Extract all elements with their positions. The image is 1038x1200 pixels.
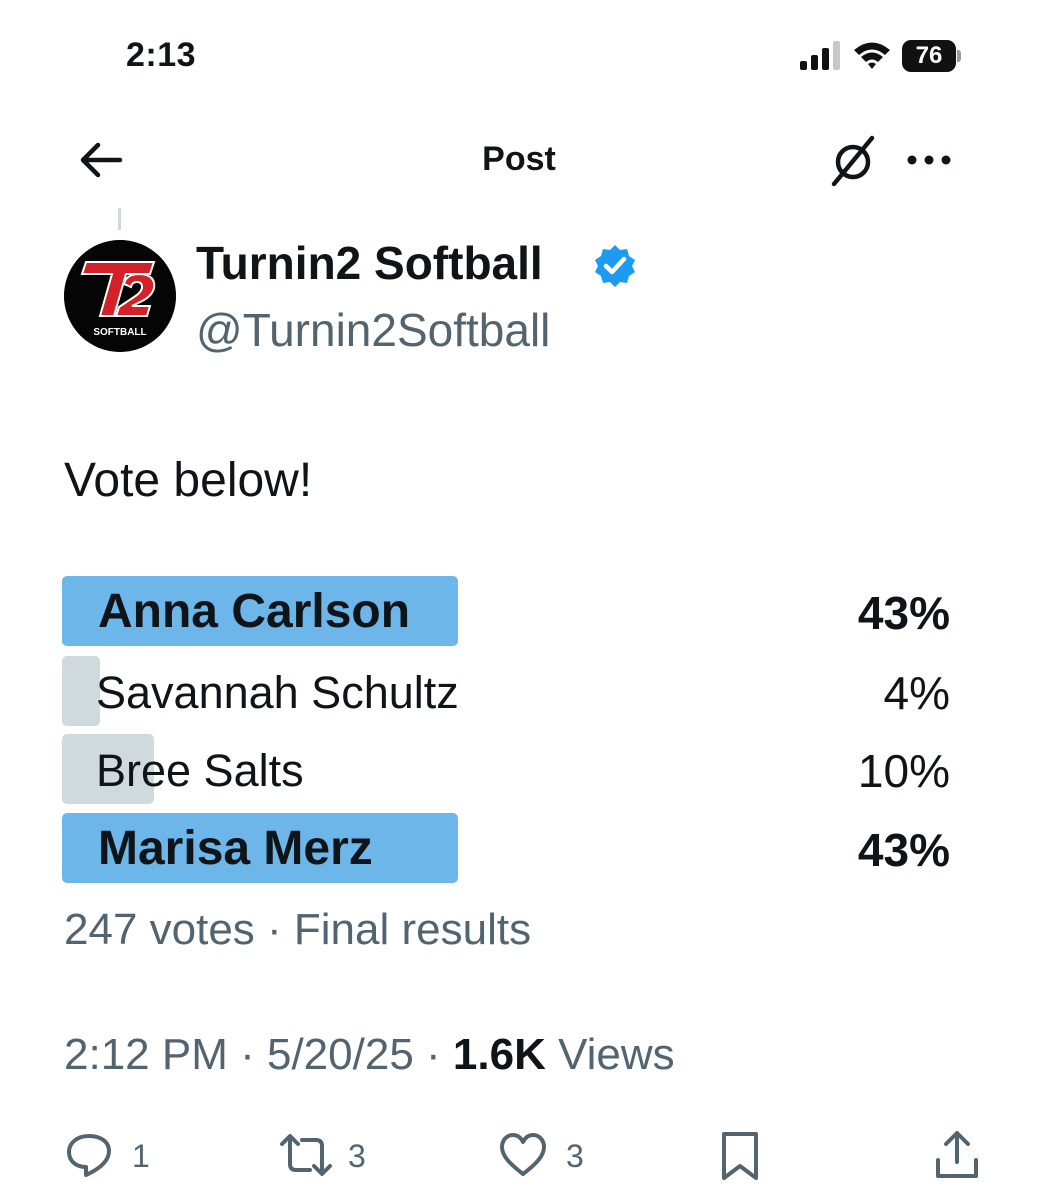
team-logo: SOFTBALL — [64, 240, 176, 352]
poll-summary: 247 votes · Final results — [64, 905, 532, 954]
poll-option-percent: 43% — [857, 587, 950, 639]
repost-button[interactable]: 3 — [278, 1130, 378, 1180]
reply-button[interactable]: 1 — [64, 1130, 154, 1180]
poll-option-percent: 10% — [857, 745, 950, 797]
thread-line — [118, 208, 121, 230]
status-time: 2:13 — [126, 36, 197, 74]
poll-option-percent: 43% — [857, 824, 950, 876]
poll-option: Bree Salts 10% — [62, 734, 962, 804]
cellular-signal-icon — [800, 41, 840, 70]
battery-icon: 76 — [902, 40, 961, 72]
grok-icon[interactable] — [826, 134, 880, 188]
views-label: Views — [545, 1030, 675, 1079]
reply-icon — [67, 1134, 111, 1177]
repost-count: 3 — [348, 1138, 366, 1174]
handle[interactable]: @Turnin2Softball — [196, 303, 550, 357]
poll-option-percent: 4% — [883, 667, 950, 719]
bookmark-button[interactable] — [720, 1130, 760, 1180]
verified-badge-icon[interactable] — [592, 243, 638, 289]
battery-level: 76 — [902, 40, 956, 72]
arrow-left-icon[interactable] — [78, 138, 124, 182]
post-meta: 2:12 PM · 5/20/25 · 1.6K Views — [64, 1030, 675, 1079]
poll-option-label: Marisa Merz — [98, 822, 373, 875]
page-title: Post — [482, 140, 556, 178]
share-button[interactable] — [934, 1130, 980, 1180]
repost-icon — [280, 1134, 332, 1176]
avatar[interactable]: SOFTBALL — [64, 240, 176, 352]
nav-bar: Post — [0, 120, 1038, 200]
bookmark-icon — [722, 1132, 758, 1180]
poll-bar — [62, 656, 100, 726]
post-time[interactable]: 2:12 PM — [64, 1030, 228, 1079]
more-horizontal-icon[interactable] — [904, 140, 954, 180]
poll-option: Marisa Merz 43% — [62, 813, 962, 883]
poll-option: Savannah Schultz 4% — [62, 656, 962, 726]
reply-count: 1 — [132, 1138, 150, 1174]
like-count: 3 — [566, 1138, 584, 1174]
wifi-icon — [854, 42, 890, 69]
display-name[interactable]: Turnin2 Softball — [196, 236, 543, 290]
post-date[interactable]: 5/20/25 — [267, 1030, 414, 1079]
heart-icon — [500, 1133, 546, 1176]
post-text: Vote below! — [64, 454, 313, 507]
share-icon — [936, 1131, 978, 1178]
action-bar: 1 3 3 — [0, 1120, 1038, 1200]
views-count: 1.6K — [452, 1030, 546, 1079]
svg-text:SOFTBALL: SOFTBALL — [93, 327, 146, 338]
like-button[interactable]: 3 — [498, 1130, 598, 1180]
poll-option-label: Savannah Schultz — [96, 667, 459, 718]
status-bar: 2:13 76 — [0, 0, 1038, 110]
poll-option-label: Anna Carlson — [98, 585, 411, 638]
poll-option-label: Bree Salts — [96, 745, 304, 796]
poll-option: Anna Carlson 43% — [62, 576, 962, 646]
